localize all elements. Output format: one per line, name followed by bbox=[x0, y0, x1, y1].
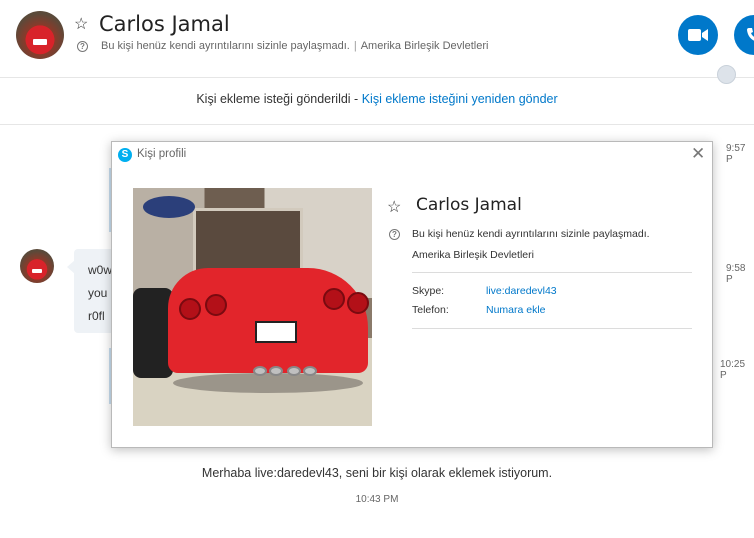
skype-id-link[interactable]: live:daredevl43 bbox=[486, 285, 557, 297]
contact-country: Amerika Birleşik Devletleri bbox=[360, 40, 489, 52]
sent-request-message[interactable]: Merhaba live:daredevl43, seni bir kişi o… bbox=[0, 466, 754, 480]
audio-call-button[interactable] bbox=[734, 15, 754, 55]
close-icon[interactable]: ✕ bbox=[691, 145, 705, 162]
skype-logo-icon: S bbox=[118, 148, 132, 162]
message-time: 9:57 P bbox=[726, 143, 746, 165]
subtitle-separator: | bbox=[353, 40, 357, 52]
info-icon: ? bbox=[389, 229, 400, 240]
conversation-header: ☆ Carlos Jamal ? Bu kişi henüz kendi ayr… bbox=[0, 0, 754, 84]
contact-status: Bu kişi henüz kendi ayrıntılarını sizinl… bbox=[101, 40, 350, 52]
video-call-icon bbox=[688, 29, 708, 41]
profile-status: Bu kişi henüz kendi ayrıntılarını sizinl… bbox=[412, 228, 650, 240]
avatar-image bbox=[16, 11, 64, 59]
message-time: 10:25 P bbox=[720, 359, 746, 381]
message-sender-avatar[interactable] bbox=[20, 249, 54, 283]
divider bbox=[412, 328, 692, 329]
add-number-link[interactable]: Numara ekle bbox=[486, 304, 546, 316]
profile-name: Carlos Jamal bbox=[416, 195, 522, 215]
sent-request-time: 10:43 PM bbox=[355, 494, 399, 505]
contact-subtitle: Bu kişi henüz kendi ayrıntılarını sizinl… bbox=[101, 40, 488, 52]
contact-avatar[interactable] bbox=[16, 11, 64, 59]
profile-country: Amerika Birleşik Devletleri bbox=[412, 249, 534, 261]
video-call-button[interactable] bbox=[678, 15, 718, 55]
contact-profile-dialog: S Kişi profili ✕ ☆ Carlos Jamal ? Bu kiş… bbox=[111, 141, 713, 448]
dialog-title: Kişi profili bbox=[137, 148, 187, 160]
audio-call-icon bbox=[747, 28, 754, 41]
avatar-image bbox=[20, 249, 54, 283]
request-sent-text: Kişi ekleme isteği gönderildi - bbox=[196, 92, 359, 106]
skype-label: Skype: bbox=[412, 285, 445, 297]
resend-request-link[interactable]: Kişi ekleme isteğini yeniden gönder bbox=[362, 92, 558, 106]
divider bbox=[412, 272, 692, 273]
info-icon: ? bbox=[77, 41, 88, 52]
favorite-star-icon[interactable]: ☆ bbox=[387, 197, 401, 217]
message-time: 9:58 P bbox=[726, 263, 746, 285]
phone-label: Telefon: bbox=[412, 304, 449, 316]
profile-photo bbox=[133, 188, 372, 426]
favorite-star-icon[interactable]: ☆ bbox=[74, 14, 88, 34]
contact-name[interactable]: Carlos Jamal bbox=[99, 12, 230, 36]
contact-request-banner: Kişi ekleme isteği gönderildi - Kişi ekl… bbox=[0, 79, 754, 125]
